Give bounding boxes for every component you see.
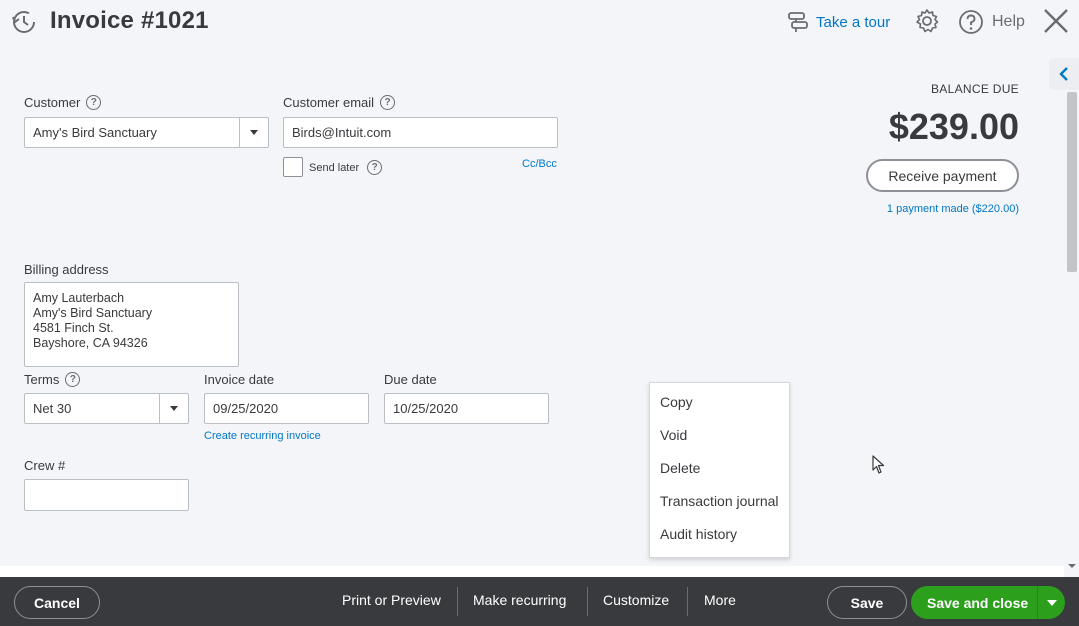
divider	[457, 587, 458, 616]
menu-item-delete[interactable]: Delete	[650, 451, 789, 484]
balance-due-label: BALANCE DUE	[931, 82, 1019, 96]
save-and-close-label: Save and close	[927, 594, 1029, 611]
address-line: Amy Lauterbach	[33, 291, 125, 305]
terms-select[interactable]: Net 30	[24, 393, 189, 424]
content-bottom-edge	[0, 566, 1064, 577]
create-recurring-link[interactable]: Create recurring invoice	[204, 430, 321, 442]
address-line: 4581 Finch St.	[33, 321, 114, 335]
more-menu: Copy Void Delete Transaction journal Aud…	[649, 382, 790, 558]
menu-item-void[interactable]: Void	[650, 418, 789, 451]
customer-email-field[interactable]: Birds@Intuit.com	[283, 117, 558, 148]
terms-value: Net 30	[33, 401, 72, 416]
chevron-left-icon	[1059, 67, 1068, 81]
recent-history-icon[interactable]	[10, 8, 38, 36]
address-line: Amy's Bird Sanctuary	[33, 306, 153, 320]
payments-made-link[interactable]: 1 payment made ($220.00)	[887, 203, 1019, 215]
billing-address-field[interactable]: Amy Lauterbach Amy's Bird Sanctuary 4581…	[24, 282, 239, 367]
menu-item-audit-history[interactable]: Audit history	[650, 517, 789, 550]
footer-bar: Cancel Print or Preview Make recurring C…	[0, 577, 1079, 626]
chevron-down-icon[interactable]	[239, 118, 268, 147]
question-icon[interactable]: ?	[65, 372, 81, 387]
customer-label: Customer ?	[24, 95, 102, 110]
scroll-thumb[interactable]	[1067, 92, 1077, 272]
address-line: Bayshore, CA 94326	[33, 336, 148, 350]
question-icon[interactable]: ?	[86, 95, 102, 110]
question-icon[interactable]: ?	[380, 95, 396, 110]
gear-icon[interactable]	[914, 8, 940, 34]
invoice-date-value: 09/25/2020	[213, 401, 279, 416]
scroll-down-icon[interactable]	[1068, 562, 1076, 570]
cancel-button[interactable]: Cancel	[14, 586, 100, 619]
send-later-label: Send later ?	[309, 160, 383, 175]
invoice-date-field[interactable]: 09/25/2020	[204, 393, 369, 424]
send-later-checkbox[interactable]	[283, 157, 303, 177]
page-title: Invoice #1021	[50, 7, 209, 34]
save-button[interactable]: Save	[827, 586, 907, 619]
customer-email-label: Customer email ?	[283, 95, 396, 110]
more-button[interactable]: More	[704, 592, 736, 608]
menu-item-copy[interactable]: Copy	[650, 385, 789, 418]
mouse-cursor-icon	[872, 455, 885, 474]
customer-email-value: Birds@Intuit.com	[292, 125, 392, 140]
balance-due-amount: $239.00	[888, 106, 1019, 147]
chevron-down-icon[interactable]	[159, 394, 188, 423]
print-preview-button[interactable]: Print or Preview	[342, 592, 441, 608]
help-icon	[959, 10, 983, 34]
customer-value: Amy's Bird Sanctuary	[33, 125, 157, 140]
crew-field[interactable]	[24, 479, 189, 511]
header: Invoice #1021 Take a tour Help	[0, 0, 1079, 44]
help-label: Help	[992, 13, 1025, 30]
billing-address-label: Billing address	[24, 262, 109, 277]
collapse-panel-tab[interactable]	[1049, 58, 1079, 90]
save-and-close-button[interactable]: Save and close	[911, 586, 1065, 619]
menu-item-transaction-journal[interactable]: Transaction journal	[650, 484, 789, 517]
help-button[interactable]: Help	[958, 9, 1025, 35]
due-date-value: 10/25/2020	[393, 401, 459, 416]
cc-bcc-link[interactable]: Cc/Bcc	[522, 158, 557, 170]
divider	[687, 587, 688, 616]
terms-label: Terms ?	[24, 372, 81, 387]
due-date-field[interactable]: 10/25/2020	[384, 393, 549, 424]
divider	[587, 587, 588, 616]
chevron-down-icon[interactable]	[1037, 586, 1065, 619]
question-icon[interactable]: ?	[367, 160, 383, 175]
customer-select[interactable]: Amy's Bird Sanctuary	[24, 117, 269, 148]
invoice-date-label: Invoice date	[204, 372, 275, 387]
make-recurring-button[interactable]: Make recurring	[473, 592, 566, 608]
due-date-label: Due date	[384, 372, 437, 387]
customize-button[interactable]: Customize	[603, 592, 669, 608]
crew-label: Crew #	[24, 458, 66, 473]
take-a-tour-label: Take a tour	[816, 13, 891, 31]
scrollbar[interactable]	[1065, 92, 1079, 574]
signpost-icon	[788, 12, 808, 32]
close-icon[interactable]	[1043, 8, 1069, 34]
take-a-tour-link[interactable]: Take a tour	[786, 10, 890, 34]
receive-payment-button[interactable]: Receive payment	[866, 159, 1019, 192]
